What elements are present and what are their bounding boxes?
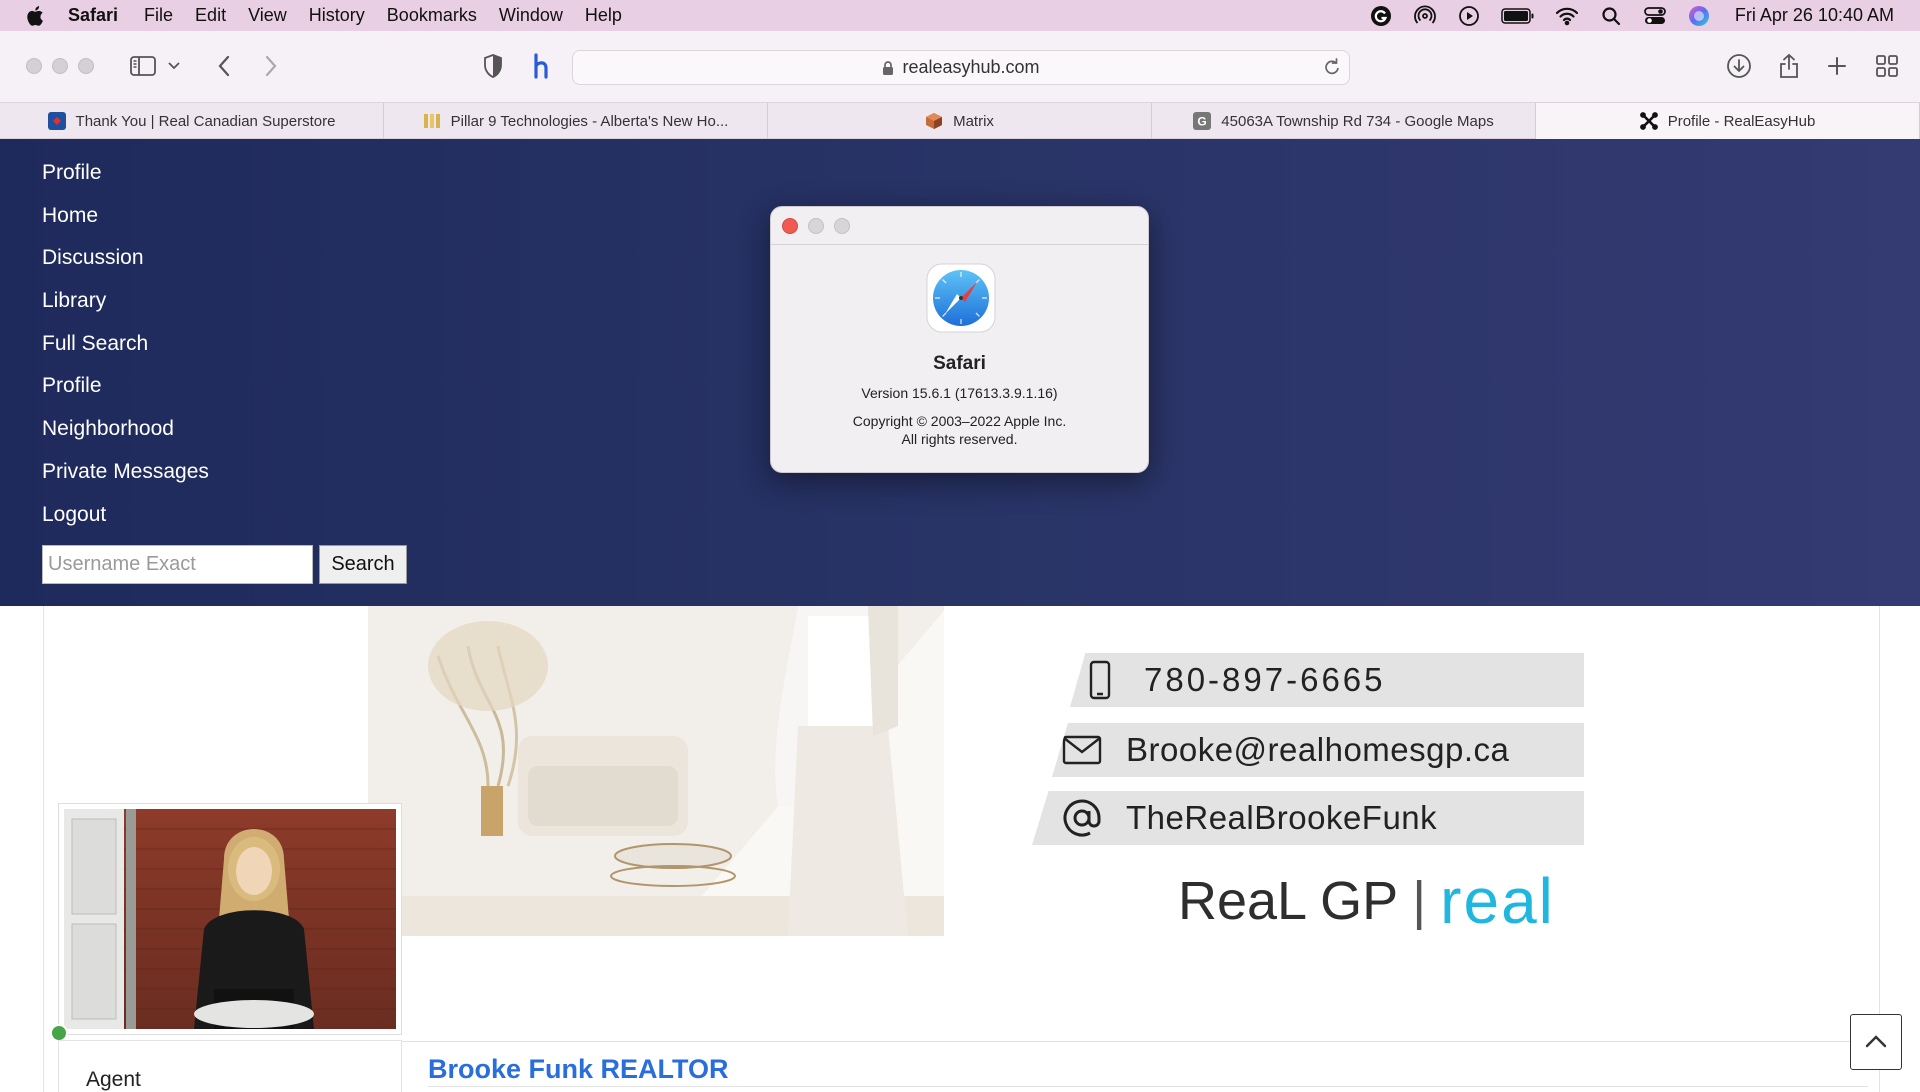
- airdrop-icon[interactable]: [1413, 4, 1437, 28]
- matrix-favicon: [925, 112, 943, 130]
- menu-bar: Safari File Edit View History Bookmarks …: [0, 0, 1920, 31]
- window-zoom-button[interactable]: [78, 58, 94, 74]
- control-center-icon[interactable]: [1643, 4, 1667, 28]
- pillar9-favicon: [423, 112, 441, 130]
- honey-extension-icon[interactable]: [527, 51, 557, 81]
- brokerage-logo: ReaL GP | real: [1178, 864, 1555, 936]
- grammarly-icon[interactable]: [1369, 4, 1393, 28]
- google-favicon: G: [1193, 112, 1212, 130]
- member-type-label: Agent: [86, 1068, 141, 1091]
- tab-profile-realeasyhub[interactable]: Profile - RealEasyHub: [1536, 103, 1920, 139]
- tab-superstore[interactable]: Thank You | Real Canadian Superstore: [0, 103, 384, 139]
- tab-matrix[interactable]: Matrix: [768, 103, 1152, 139]
- rights-line: All rights reserved.: [901, 431, 1018, 447]
- downloads-icon[interactable]: [1724, 51, 1754, 81]
- svg-text:G: G: [1198, 115, 1207, 129]
- about-version: Version 15.6.1 (17613.3.9.1.16): [861, 385, 1058, 401]
- nav-link-private-messages[interactable]: Private Messages: [42, 458, 209, 501]
- phone-number: 780-897-6665: [1144, 661, 1386, 698]
- email-strip: Brooke@realhomesgp.ca: [1052, 723, 1584, 777]
- chevron-down-icon[interactable]: [164, 51, 184, 81]
- nav-link-full-search[interactable]: Full Search: [42, 330, 209, 373]
- dialog-zoom-button: [834, 218, 850, 234]
- scroll-to-top-button[interactable]: [1850, 1014, 1902, 1070]
- about-app-name: Safari: [933, 353, 986, 374]
- dialog-close-button[interactable]: [782, 218, 798, 234]
- menu-edit[interactable]: Edit: [195, 5, 226, 26]
- apple-icon[interactable]: [24, 5, 48, 27]
- lock-icon: [882, 60, 894, 76]
- at-sign-icon: [1052, 798, 1112, 838]
- divider: [428, 1086, 1868, 1087]
- menu-bookmarks[interactable]: Bookmarks: [387, 5, 477, 26]
- window-close-button[interactable]: [26, 58, 42, 74]
- window-minimize-button[interactable]: [52, 58, 68, 74]
- nav-link-profile-2[interactable]: Profile: [42, 372, 209, 415]
- menu-view[interactable]: View: [248, 5, 287, 26]
- joomla-favicon: [1639, 112, 1658, 130]
- spotlight-search-icon[interactable]: [1599, 4, 1623, 28]
- avatar-photo: [64, 809, 396, 1029]
- nav-link-discussion[interactable]: Discussion: [42, 244, 209, 287]
- social-handle: TheRealBrookeFunk: [1126, 799, 1438, 836]
- nav-link-library[interactable]: Library: [42, 287, 209, 330]
- sidebar-toggle-icon[interactable]: [128, 51, 158, 81]
- menubar-clock[interactable]: Fri Apr 26 10:40 AM: [1735, 5, 1894, 26]
- address-bar[interactable]: realeasyhub.com: [572, 50, 1350, 85]
- profile-content: 780-897-6665 Brooke@realhomesgp.ca TheRe…: [0, 606, 1920, 1092]
- about-copyright: Copyright © 2003–2022 Apple Inc. All rig…: [771, 412, 1148, 448]
- tab-label: Pillar 9 Technologies - Alberta's New Ho…: [450, 112, 729, 130]
- tab-label: Matrix: [953, 112, 994, 130]
- search-button[interactable]: Search: [319, 545, 407, 584]
- new-tab-icon[interactable]: [1822, 51, 1852, 81]
- chevron-up-icon: [1865, 1034, 1887, 1051]
- battery-icon[interactable]: [1501, 4, 1535, 28]
- menu-file[interactable]: File: [144, 5, 173, 26]
- brokerage-logo-left: ReaL GP: [1178, 871, 1399, 931]
- tab-pillar9[interactable]: Pillar 9 Technologies - Alberta's New Ho…: [384, 103, 768, 139]
- username-search-input[interactable]: [42, 545, 313, 584]
- superstore-favicon: [47, 112, 66, 130]
- tab-label: Profile - RealEasyHub: [1667, 112, 1816, 130]
- tab-label: Thank You | Real Canadian Superstore: [75, 112, 336, 130]
- url-text: realeasyhub.com: [902, 57, 1040, 77]
- divider: [402, 1041, 1882, 1042]
- handle-strip: TheRealBrookeFunk: [1032, 791, 1584, 845]
- about-safari-dialog: Safari Version 15.6.1 (17613.3.9.1.16) C…: [770, 206, 1149, 473]
- tab-label: 45063A Township Rd 734 - Google Maps: [1221, 112, 1494, 130]
- now-playing-icon[interactable]: [1457, 4, 1481, 28]
- menu-help[interactable]: Help: [585, 5, 622, 26]
- dialog-minimize-button: [808, 218, 824, 234]
- tab-overview-icon[interactable]: [1872, 51, 1902, 81]
- nav-link-neighborhood[interactable]: Neighborhood: [42, 415, 209, 458]
- menu-safari[interactable]: Safari: [68, 5, 118, 26]
- nav-link-logout[interactable]: Logout: [42, 501, 209, 544]
- dialog-titlebar[interactable]: [771, 207, 1148, 245]
- tab-google-maps[interactable]: G 45063A Township Rd 734 - Google Maps: [1152, 103, 1536, 139]
- reload-icon[interactable]: [1323, 57, 1341, 82]
- forward-icon[interactable]: [256, 51, 286, 81]
- menu-window[interactable]: Window: [499, 5, 563, 26]
- tab-bar: Thank You | Real Canadian Superstore Pil…: [0, 103, 1920, 139]
- menu-history[interactable]: History: [309, 5, 365, 26]
- browser-toolbar: realeasyhub.com: [0, 31, 1920, 103]
- share-icon[interactable]: [1774, 51, 1804, 81]
- back-icon[interactable]: [209, 51, 239, 81]
- email-address: Brooke@realhomesgp.ca: [1126, 731, 1510, 768]
- wifi-icon[interactable]: [1555, 4, 1579, 28]
- profile-banner: 780-897-6665 Brooke@realhomesgp.ca TheRe…: [368, 606, 1584, 936]
- brokerage-logo-right: real: [1440, 865, 1555, 936]
- privacy-shield-icon[interactable]: [478, 51, 508, 81]
- avatar[interactable]: [58, 803, 402, 1035]
- siri-icon[interactable]: [1687, 4, 1711, 28]
- profile-name-heading[interactable]: Brooke Funk REALTOR: [428, 1054, 729, 1085]
- copyright-line: Copyright © 2003–2022 Apple Inc.: [852, 413, 1067, 429]
- nav-link-profile[interactable]: Profile: [42, 159, 209, 202]
- safari-compass-icon: [925, 262, 997, 334]
- phone-strip: 780-897-6665: [1070, 653, 1584, 707]
- nav-link-home[interactable]: Home: [42, 202, 209, 245]
- brokerage-logo-separator: |: [1412, 871, 1427, 931]
